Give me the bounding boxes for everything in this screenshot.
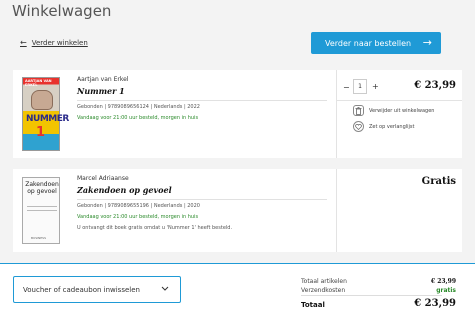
add-to-wishlist-button[interactable]: Zet op verlanglijst [353, 121, 415, 132]
summary-top-border [0, 263, 475, 264]
item-meta: Gebonden | 9789089655196 | Nederlands | … [77, 203, 200, 209]
item-price: Gratis [421, 176, 456, 187]
item-delivery: Vandaag voor 21:00 uur besteld, morgen i… [77, 214, 199, 220]
item-delivery: Vandaag voor 21:00 uur besteld, morgen i… [77, 115, 199, 121]
quantity-increase-button[interactable]: + [372, 82, 379, 91]
summary-divider [301, 295, 442, 296]
shipping-label: Verzendkosten [301, 287, 346, 294]
remove-from-cart-button[interactable]: Verwijder uit winkelwagen [353, 105, 434, 116]
wishlist-label: Zet op verlanglijst [369, 123, 415, 130]
cover-title-text: Zakendoen op gevoel [25, 181, 59, 195]
voucher-label: Voucher of cadeaubon inwisselen [23, 285, 140, 294]
quantity-decrease-button[interactable]: − [343, 83, 350, 92]
cover-title-text: NUMMER [26, 114, 69, 124]
total-label: Totaal [301, 301, 325, 309]
continue-shopping-label: Verder winkelen [31, 38, 88, 47]
cover-line [27, 210, 57, 211]
cover-number-text: 1 [36, 125, 46, 140]
shipping-value: gratis [436, 287, 456, 294]
book-cover-zakendoen-op-gevoel[interactable]: Zakendoen op gevoel BUSINESS [22, 177, 60, 244]
cover-author-text: AARTJAN VAN ERKEL [25, 79, 52, 87]
quantity-input[interactable]: 1 [353, 79, 367, 94]
arrow-right-icon: → [422, 36, 432, 49]
item-title[interactable]: Nummer 1 [77, 86, 125, 96]
page-title: Winkelwagen [12, 2, 112, 20]
cart-item: Zakendoen op gevoel BUSINESS Marcel Adri… [13, 169, 462, 252]
actions-divider [337, 100, 462, 101]
remove-label: Verwijder uit winkelwagen [369, 107, 435, 114]
item-separator [77, 100, 327, 101]
chevron-down-icon [161, 285, 169, 293]
item-price: € 23,99 [414, 80, 456, 91]
fist-illustration [31, 90, 53, 110]
item-separator [77, 199, 327, 200]
cart-item: AARTJAN VAN ERKEL NUMMER 1 Aartjan van E… [13, 70, 462, 158]
checkout-label: Verder naar bestellen [325, 38, 412, 48]
total-articles-value: € 23,99 [430, 278, 456, 285]
vertical-divider [336, 169, 337, 252]
proceed-to-checkout-button[interactable]: Verder naar bestellen → [311, 32, 441, 54]
total-value: € 23,99 [414, 298, 456, 309]
arrow-left-icon: ← [20, 38, 27, 47]
cover-line [27, 206, 57, 207]
voucher-dropdown[interactable]: Voucher of cadeaubon inwisselen [13, 276, 181, 303]
item-author[interactable]: Marcel Adriaanse [77, 175, 129, 182]
item-meta: Gebonden | 9789089656124 | Nederlands | … [77, 104, 200, 110]
vertical-divider [336, 70, 337, 158]
total-articles-label: Totaal artikelen [301, 278, 347, 285]
item-title[interactable]: Zakendoen op gevoel [77, 185, 172, 195]
cover-publisher-text: BUSINESS [31, 236, 46, 240]
heart-icon [353, 121, 364, 132]
item-author[interactable]: Aartjan van Erkel [77, 76, 128, 83]
trash-icon [353, 105, 364, 116]
book-cover-nummer-1[interactable]: AARTJAN VAN ERKEL NUMMER 1 [22, 77, 69, 151]
continue-shopping-link[interactable]: ← Verder winkelen [20, 38, 88, 47]
free-book-note: U ontvangt dit boek gratis omdat u 'Numm… [77, 225, 233, 231]
